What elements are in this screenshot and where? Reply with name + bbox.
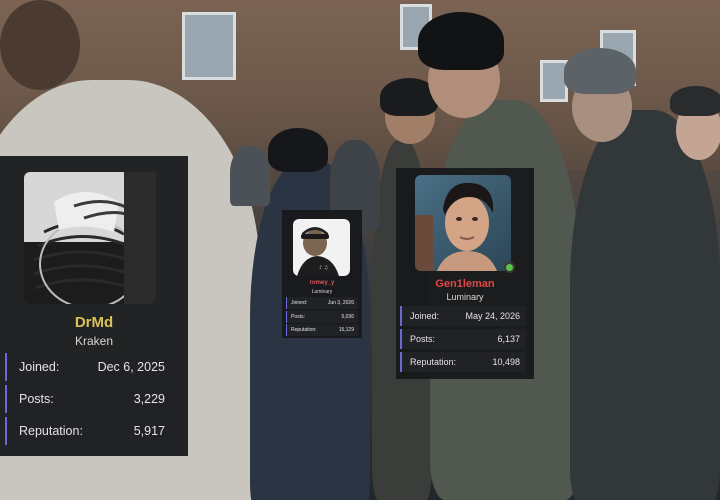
stat-label: Posts: <box>291 314 305 320</box>
stat-value: 5,036 <box>341 314 354 320</box>
crowd-hat <box>268 128 328 172</box>
avatar[interactable] <box>24 172 156 304</box>
crowd-figure <box>230 146 270 206</box>
stat-row-joined: Joined: Jun 3, 2026 <box>286 297 358 309</box>
profile-card: ♪ ♫ romey_y Luminary Joined: Jun 3, 2026… <box>282 210 362 338</box>
avatar-image <box>415 175 511 271</box>
stat-value: 10,498 <box>492 357 520 367</box>
avatar[interactable] <box>415 175 511 271</box>
stat-label: Posts: <box>410 334 436 344</box>
crowd-hat <box>418 12 504 70</box>
stat-label: Joined: <box>410 311 440 321</box>
user-title: Luminary <box>446 292 484 302</box>
stat-label: Joined: <box>19 360 60 374</box>
avatar-image <box>24 172 156 304</box>
user-title: Luminary <box>311 289 333 295</box>
stat-value: 6,137 <box>497 334 520 344</box>
stat-value: 15,129 <box>338 327 354 333</box>
profile-card: Gen1leman Luminary Joined: May 24, 2026 … <box>396 168 534 379</box>
stat-value: 5,917 <box>133 424 165 438</box>
stat-value: May 24, 2026 <box>465 311 520 321</box>
username[interactable]: DrMd <box>0 314 188 331</box>
stat-row-reputation: Reputation: 10,498 <box>400 352 526 372</box>
stat-row-joined: Joined: May 24, 2026 <box>400 306 526 326</box>
stat-label: Reputation: <box>19 424 83 438</box>
online-status-icon <box>504 262 515 273</box>
stat-label: Posts: <box>19 392 54 406</box>
username[interactable]: romey_y <box>282 280 362 286</box>
stat-value: Jun 3, 2026 <box>327 300 354 306</box>
profile-card: DrMd Kraken Joined: Dec 6, 2025 Posts: 3… <box>0 156 188 456</box>
stat-label: Reputation: <box>291 327 317 333</box>
stat-label: Reputation: <box>410 357 457 367</box>
crowd-hat <box>670 86 720 116</box>
stat-row-posts: Posts: 3,229 <box>5 385 175 413</box>
avatar-image: ♪ ♫ <box>293 219 350 276</box>
stat-row-posts: Posts: 6,137 <box>400 329 526 349</box>
stat-row-reputation: Reputation: 15,129 <box>286 324 358 336</box>
stat-row-joined: Joined: Dec 6, 2025 <box>5 353 175 381</box>
stat-value: 3,229 <box>133 392 165 406</box>
building-window <box>182 12 236 80</box>
stat-row-reputation: Reputation: 5,917 <box>5 417 175 445</box>
username[interactable]: Gen1leman <box>396 278 534 290</box>
stat-value: Dec 6, 2025 <box>97 360 165 374</box>
svg-text:♪ ♫: ♪ ♫ <box>319 265 328 271</box>
crowd-hat <box>564 48 636 94</box>
stat-row-posts: Posts: 5,036 <box>286 311 358 323</box>
avatar[interactable]: ♪ ♫ <box>293 219 350 276</box>
stat-label: Joined: <box>291 300 308 306</box>
user-title: Kraken <box>74 334 114 348</box>
crowd-figure <box>570 110 720 500</box>
crowd-head <box>0 0 80 90</box>
